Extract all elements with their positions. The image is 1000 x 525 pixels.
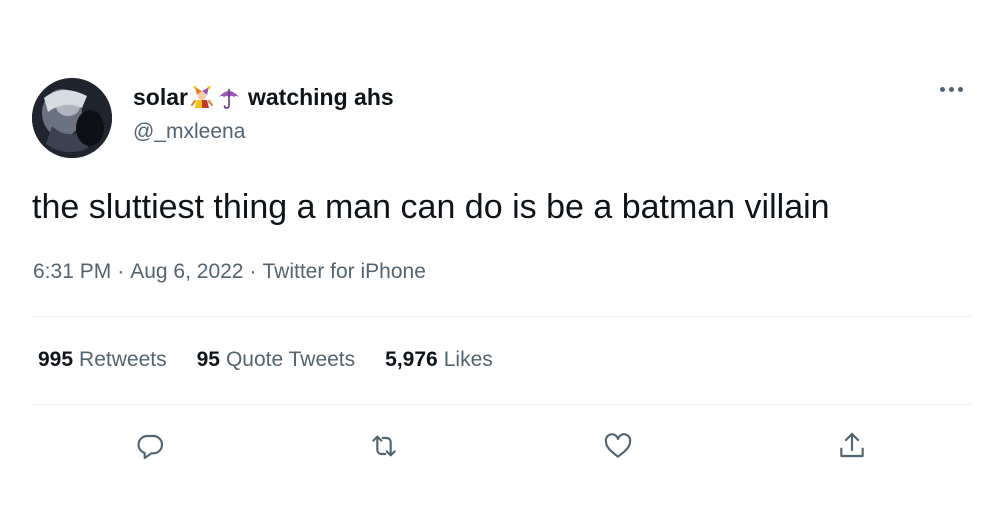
share-icon <box>840 432 864 458</box>
share-button[interactable] <box>832 426 872 466</box>
tweet-card: solar watching ahs @_mxleena the sluttie… <box>0 0 1000 525</box>
tweet-metadata: 6:31 PM · Aug 6, 2022 · Twitter for iPhone <box>33 260 426 284</box>
quote-tweets-stat[interactable]: 95 Quote Tweets <box>197 348 356 372</box>
display-name-prefix: solar <box>133 84 188 110</box>
meta-separator: · <box>117 260 125 283</box>
likes-count: 5,976 <box>385 348 438 371</box>
meta-separator: · <box>249 260 257 283</box>
divider <box>32 404 972 405</box>
jester-emoji-icon <box>190 85 213 110</box>
tweet-date[interactable]: Aug 6, 2022 <box>130 260 243 283</box>
retweet-icon <box>372 435 396 457</box>
umbrella-emoji-icon <box>217 86 241 110</box>
action-bar <box>0 426 1000 466</box>
avatar[interactable] <box>32 78 112 158</box>
tweet-source[interactable]: Twitter for iPhone <box>262 260 425 283</box>
reply-button[interactable] <box>130 426 170 466</box>
retweets-count: 995 <box>38 348 74 371</box>
likes-stat[interactable]: 5,976 Likes <box>385 348 493 372</box>
display-name-suffix: watching ahs <box>247 84 394 110</box>
tweet-text: the sluttiest thing a man can do is be a… <box>32 188 830 226</box>
tweet-time[interactable]: 6:31 PM <box>33 260 111 283</box>
retweets-stat[interactable]: 995 Retweets <box>38 348 167 372</box>
more-options-icon[interactable] <box>940 87 963 92</box>
like-icon <box>604 433 632 458</box>
quote-tweets-label: Quote Tweets <box>225 348 356 371</box>
quote-tweets-count: 95 <box>196 348 220 371</box>
divider <box>32 316 972 317</box>
likes-label: Likes <box>443 348 493 371</box>
retweets-label: Retweets <box>79 348 167 371</box>
display-name[interactable]: solar watching ahs <box>133 84 394 111</box>
engagement-stats: 995 Retweets 95 Quote Tweets 5,976 Likes <box>38 348 493 372</box>
user-handle[interactable]: @_mxleena <box>133 120 245 144</box>
retweet-button[interactable] <box>364 426 404 466</box>
reply-icon <box>137 434 164 460</box>
like-button[interactable] <box>598 426 638 466</box>
